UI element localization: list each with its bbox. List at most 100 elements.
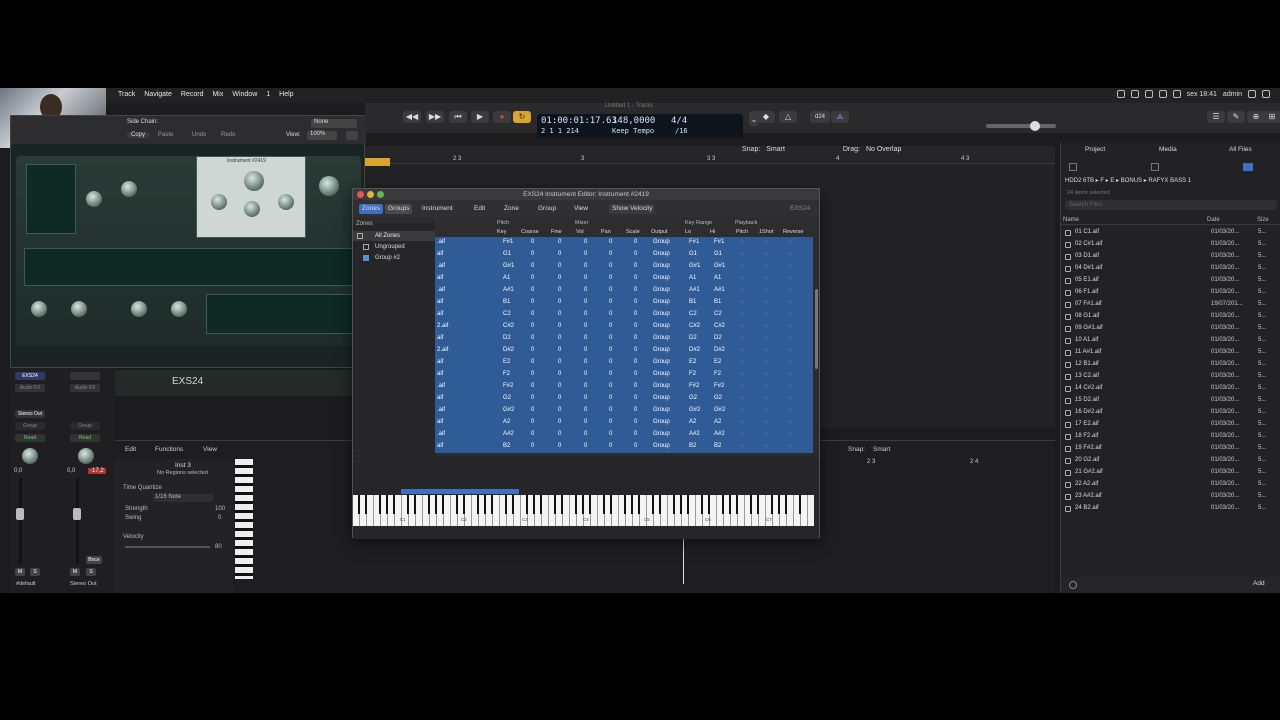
menu-navigate[interactable]: Navigate bbox=[144, 91, 172, 98]
zone-row[interactable]: 2.aif C#2 0 0 0 0 0 Group C#2 C#2 ○ ○ ○ bbox=[435, 321, 813, 333]
menu-window[interactable]: 1 bbox=[266, 91, 270, 98]
menu-record[interactable]: Record bbox=[181, 91, 204, 98]
pr-functions-menu[interactable]: Functions bbox=[155, 446, 183, 453]
mute-button[interactable]: M bbox=[15, 568, 25, 576]
menu-instrument[interactable]: Instrument bbox=[419, 204, 456, 214]
cutoff-knob[interactable] bbox=[244, 171, 264, 191]
white-key[interactable] bbox=[710, 495, 717, 526]
column-hi[interactable]: Hi bbox=[710, 229, 715, 235]
drag-dropdown[interactable]: No Overlap bbox=[866, 146, 901, 153]
resonance-knob[interactable] bbox=[211, 194, 227, 210]
drive-knob[interactable] bbox=[244, 201, 260, 217]
volume-knob[interactable] bbox=[319, 176, 339, 196]
redo-button[interactable]: Redo bbox=[221, 132, 235, 138]
list-view-icon[interactable] bbox=[1243, 163, 1253, 171]
copy-button[interactable]: Copy bbox=[127, 132, 150, 138]
reverse-toggle[interactable]: ○ bbox=[788, 383, 792, 389]
white-key[interactable] bbox=[542, 495, 549, 526]
oneshot-toggle[interactable]: ○ bbox=[764, 443, 768, 449]
forward-button[interactable]: ▶▶ bbox=[426, 111, 444, 123]
metronome-icon[interactable]: ⟁ bbox=[831, 111, 849, 123]
white-key[interactable] bbox=[591, 495, 598, 526]
pr-snap-dropdown[interactable]: Smart bbox=[873, 446, 890, 453]
white-key[interactable] bbox=[612, 495, 619, 526]
menu-icon[interactable] bbox=[1262, 90, 1270, 98]
file-row[interactable]: 24 B2.aif 01/03/20... 5... bbox=[1061, 503, 1280, 515]
go-to-start-button[interactable]: ⏮ bbox=[449, 111, 467, 123]
reverse-toggle[interactable]: ○ bbox=[788, 299, 792, 305]
tune-knob[interactable] bbox=[86, 191, 102, 207]
reverse-toggle[interactable]: ○ bbox=[788, 419, 792, 425]
file-row[interactable]: 14 C#2.aif 01/03/20... 5... bbox=[1061, 383, 1280, 395]
column-key[interactable]: Key bbox=[497, 229, 506, 235]
white-key[interactable] bbox=[367, 495, 374, 526]
column-reverse[interactable]: Reverse bbox=[783, 229, 803, 235]
lcd-display[interactable]: 01:00:01:17.63 148,0000 4/4 2 1 1 214 Ke… bbox=[537, 114, 743, 138]
file-row[interactable]: 06 F1.aif 01/03/20... 5... bbox=[1061, 287, 1280, 299]
file-row[interactable]: 13 C2.aif 01/03/20... 5... bbox=[1061, 371, 1280, 383]
bar-ruler[interactable]: 2 3 3 3 3 4 4 3 bbox=[365, 146, 1055, 164]
file-row[interactable]: 01 C1.aif 01/03/20... 5... bbox=[1061, 227, 1280, 239]
reverse-toggle[interactable]: ○ bbox=[788, 275, 792, 281]
reverse-toggle[interactable]: ○ bbox=[788, 263, 792, 269]
pan-knob[interactable] bbox=[22, 448, 38, 464]
status-icon[interactable] bbox=[1130, 90, 1139, 98]
file-row[interactable]: 03 D1.aif 01/03/20... 5... bbox=[1061, 251, 1280, 263]
menu-user[interactable]: admin bbox=[1223, 91, 1242, 98]
pitch-toggle[interactable]: ○ bbox=[740, 407, 744, 413]
pan-knob[interactable] bbox=[78, 448, 94, 464]
zone-row[interactable]: aif A2 0 0 0 0 0 Group A2 A2 ○ ○ ○ bbox=[435, 417, 813, 429]
column-fine[interactable]: Fine bbox=[551, 229, 562, 235]
count-in-button[interactable]: d24 bbox=[810, 111, 830, 123]
search-icon[interactable] bbox=[1248, 90, 1256, 98]
menu-track[interactable]: Track bbox=[118, 91, 135, 98]
solo-button[interactable]: S bbox=[86, 568, 96, 576]
sidebar-item-ungrouped[interactable]: Ungrouped bbox=[353, 242, 435, 252]
browser-button[interactable]: ⊞ bbox=[1263, 111, 1280, 123]
list-editors-button[interactable]: ☰ bbox=[1207, 111, 1225, 123]
file-row[interactable]: 18 F2.aif 01/03/20... 5... bbox=[1061, 431, 1280, 443]
instrument-slot-exs24[interactable]: EXS24 bbox=[15, 372, 45, 380]
menu-group[interactable]: Group bbox=[535, 204, 559, 214]
search-files-input[interactable]: Search Files bbox=[1065, 200, 1277, 210]
column-pitch[interactable]: Pitch bbox=[736, 229, 748, 235]
zone-row[interactable]: .aif F#2 0 0 0 0 0 Group F#2 F#2 ○ ○ ○ bbox=[435, 381, 813, 393]
pitch-toggle[interactable]: ○ bbox=[740, 287, 744, 293]
zone-row[interactable]: aif E2 0 0 0 0 0 Group E2 E2 ○ ○ ○ bbox=[435, 357, 813, 369]
white-key[interactable] bbox=[738, 495, 745, 526]
column-date[interactable]: Date bbox=[1207, 217, 1220, 223]
reverse-toggle[interactable]: ○ bbox=[788, 371, 792, 377]
status-icon[interactable] bbox=[1116, 90, 1125, 98]
swing-value[interactable]: 0 bbox=[218, 515, 221, 521]
column-name[interactable]: Name bbox=[1063, 217, 1079, 223]
env-knob[interactable] bbox=[171, 301, 187, 317]
volume-fader-track[interactable] bbox=[19, 478, 22, 563]
volume-fader-track[interactable] bbox=[76, 478, 79, 563]
back-icon[interactable] bbox=[1069, 163, 1077, 171]
oneshot-toggle[interactable]: ○ bbox=[764, 395, 768, 401]
volume-fader[interactable] bbox=[73, 508, 81, 520]
notes-button[interactable]: ✎ bbox=[1227, 111, 1245, 123]
white-key[interactable] bbox=[759, 495, 766, 526]
white-key[interactable] bbox=[444, 495, 451, 526]
zone-row[interactable]: .aif A#1 0 0 0 0 0 Group A#1 A#1 ○ ○ ○ bbox=[435, 285, 813, 297]
add-button[interactable]: Add bbox=[1253, 580, 1265, 587]
status-icon[interactable] bbox=[1144, 90, 1153, 98]
zone-row[interactable]: .aif F#1 0 0 0 0 0 Group F#1 F#1 ○ ○ ○ bbox=[435, 237, 813, 249]
reverse-toggle[interactable]: ○ bbox=[788, 407, 792, 413]
battery-icon[interactable] bbox=[1172, 90, 1181, 98]
zone-table[interactable]: .aif F#1 0 0 0 0 0 Group F#1 F#1 ○ ○ ○ aif G1 0 0 0 0 0 Grou… bbox=[435, 237, 813, 453]
oneshot-toggle[interactable]: ○ bbox=[764, 275, 768, 281]
white-key[interactable] bbox=[801, 495, 808, 526]
pr-edit-menu[interactable]: Edit bbox=[125, 446, 136, 453]
file-row[interactable]: 22 A2.aif 01/03/20... 5... bbox=[1061, 479, 1280, 491]
close-window-button[interactable] bbox=[357, 191, 364, 198]
minimize-window-button[interactable] bbox=[367, 191, 374, 198]
pr-view-menu[interactable]: View bbox=[203, 446, 217, 453]
oneshot-toggle[interactable]: ○ bbox=[764, 347, 768, 353]
zone-row[interactable]: aif G2 0 0 0 0 0 Group G2 G2 ○ ○ ○ bbox=[435, 393, 813, 405]
reverse-toggle[interactable]: ○ bbox=[788, 311, 792, 317]
white-key[interactable] bbox=[563, 495, 570, 526]
reverse-toggle[interactable]: ○ bbox=[788, 335, 792, 341]
file-row[interactable]: 11 A#1.aif 01/03/20... 5... bbox=[1061, 347, 1280, 359]
